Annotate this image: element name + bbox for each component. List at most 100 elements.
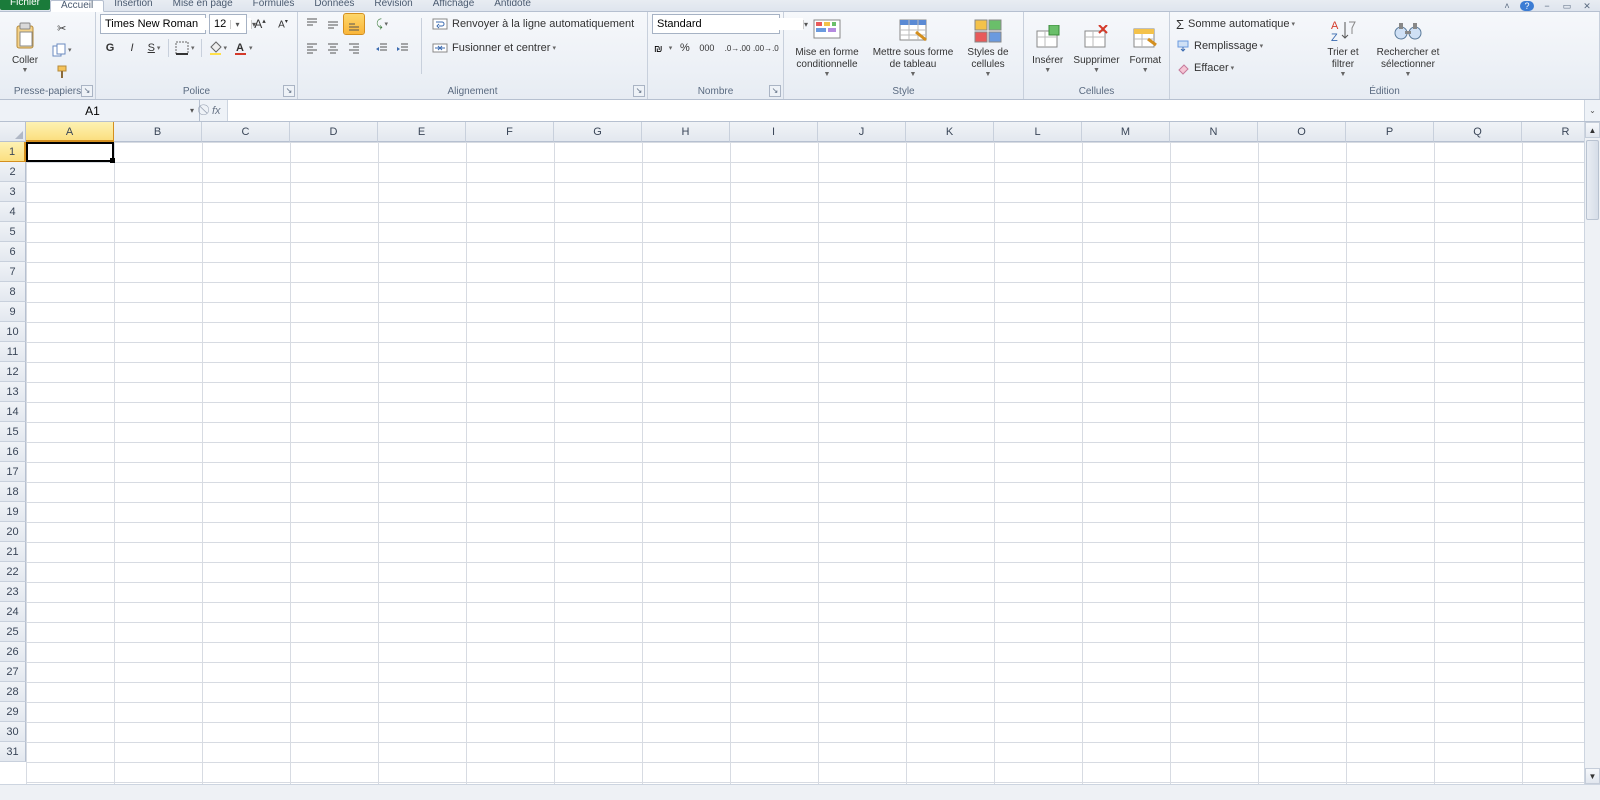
- font-color-button[interactable]: A▾: [231, 38, 255, 58]
- column-header[interactable]: O: [1258, 122, 1346, 142]
- sort-filter-button[interactable]: AZ Trier et filtrer▼: [1320, 14, 1366, 80]
- align-bottom-button[interactable]: [344, 14, 364, 34]
- scroll-up-button[interactable]: ▲: [1585, 122, 1600, 138]
- formula-input[interactable]: [227, 100, 1584, 121]
- conditional-formatting-button[interactable]: Mise en forme conditionnelle▼: [788, 14, 866, 80]
- column-header[interactable]: B: [114, 122, 202, 142]
- align-right-button[interactable]: [344, 38, 364, 58]
- column-header[interactable]: I: [730, 122, 818, 142]
- column-header[interactable]: M: [1082, 122, 1170, 142]
- percent-button[interactable]: %: [675, 38, 695, 58]
- font-size-combo[interactable]: ▾: [209, 14, 247, 34]
- bold-button[interactable]: G: [100, 38, 120, 58]
- alignment-dialog-launcher[interactable]: ↘: [633, 85, 645, 97]
- column-header[interactable]: A: [26, 122, 114, 142]
- tab-revision[interactable]: Révision: [364, 0, 422, 11]
- close-window-icon[interactable]: ✕: [1580, 1, 1594, 11]
- tab-accueil[interactable]: Accueil: [50, 0, 104, 12]
- name-box[interactable]: ▾: [0, 100, 200, 121]
- column-header[interactable]: P: [1346, 122, 1434, 142]
- font-family-combo[interactable]: ▾: [100, 14, 206, 34]
- number-format-input[interactable]: [653, 18, 803, 30]
- column-header[interactable]: J: [818, 122, 906, 142]
- row-header[interactable]: 17: [0, 462, 26, 482]
- row-header[interactable]: 15: [0, 422, 26, 442]
- borders-button[interactable]: ▾: [173, 38, 197, 58]
- column-header[interactable]: D: [290, 122, 378, 142]
- find-select-button[interactable]: Rechercher et sélectionner▼: [1372, 14, 1444, 80]
- row-header[interactable]: 12: [0, 362, 26, 382]
- fill-button[interactable]: Remplissage▾: [1174, 36, 1284, 56]
- row-header[interactable]: 8: [0, 282, 26, 302]
- number-format-combo[interactable]: ▾: [652, 14, 780, 34]
- horizontal-scrollbar[interactable]: [0, 784, 1600, 800]
- format-cells-button[interactable]: Format▼: [1126, 14, 1165, 80]
- cells-area[interactable]: [26, 142, 1584, 784]
- row-header[interactable]: 27: [0, 662, 26, 682]
- column-header[interactable]: F: [466, 122, 554, 142]
- row-header[interactable]: 10: [0, 322, 26, 342]
- name-box-input[interactable]: [0, 104, 185, 118]
- clipboard-dialog-launcher[interactable]: ↘: [81, 85, 93, 97]
- row-header[interactable]: 14: [0, 402, 26, 422]
- cell-styles-button[interactable]: Styles de cellules▼: [960, 14, 1016, 80]
- tab-donnees[interactable]: Données: [304, 0, 364, 11]
- row-header[interactable]: 31: [0, 742, 26, 762]
- cut-button[interactable]: ✂: [50, 18, 74, 38]
- row-header[interactable]: 19: [0, 502, 26, 522]
- row-header[interactable]: 5: [0, 222, 26, 242]
- row-header[interactable]: 7: [0, 262, 26, 282]
- fill-color-button[interactable]: ▾: [206, 38, 230, 58]
- tab-mise-en-page[interactable]: Mise en page: [163, 0, 243, 11]
- select-all-corner[interactable]: [0, 122, 26, 142]
- tab-file[interactable]: Fichier: [0, 0, 50, 10]
- currency-button[interactable]: ₪▾: [652, 38, 673, 58]
- row-header[interactable]: 4: [0, 202, 26, 222]
- row-header[interactable]: 20: [0, 522, 26, 542]
- scroll-down-button[interactable]: ▼: [1585, 768, 1600, 784]
- font-size-input[interactable]: [210, 18, 230, 30]
- wrap-text-button[interactable]: Renvoyer à la ligne automatiquement: [430, 14, 640, 34]
- row-header[interactable]: 22: [0, 562, 26, 582]
- chevron-down-icon[interactable]: ▾: [185, 106, 199, 115]
- column-header[interactable]: K: [906, 122, 994, 142]
- align-center-button[interactable]: [323, 38, 343, 58]
- row-header[interactable]: 21: [0, 542, 26, 562]
- increase-decimal-button[interactable]: .0→.00: [724, 38, 750, 58]
- minimize-window-icon[interactable]: −: [1540, 1, 1554, 11]
- align-middle-button[interactable]: [323, 14, 343, 34]
- row-header[interactable]: 1: [0, 142, 26, 162]
- column-header[interactable]: N: [1170, 122, 1258, 142]
- row-header[interactable]: 26: [0, 642, 26, 662]
- tab-formules[interactable]: Formules: [243, 0, 305, 11]
- clear-button[interactable]: Effacer▾: [1174, 58, 1254, 78]
- column-header[interactable]: H: [642, 122, 730, 142]
- underline-button[interactable]: S▾: [144, 38, 164, 58]
- row-header[interactable]: 3: [0, 182, 26, 202]
- number-dialog-launcher[interactable]: ↘: [769, 85, 781, 97]
- expand-formula-bar-button[interactable]: ⌄: [1584, 100, 1600, 121]
- decrease-indent-button[interactable]: [372, 38, 392, 58]
- delete-cells-button[interactable]: Supprimer▼: [1071, 14, 1121, 80]
- fx-icon[interactable]: fx: [212, 105, 227, 117]
- insert-cells-button[interactable]: Insérer▼: [1028, 14, 1067, 80]
- row-header[interactable]: 29: [0, 702, 26, 722]
- row-header[interactable]: 28: [0, 682, 26, 702]
- decrease-font-button[interactable]: A▾: [273, 14, 293, 34]
- row-header[interactable]: 2: [0, 162, 26, 182]
- minimize-ribbon-icon[interactable]: ˄: [1500, 1, 1514, 11]
- increase-font-button[interactable]: A▴: [250, 14, 270, 34]
- increase-indent-button[interactable]: [393, 38, 413, 58]
- row-header[interactable]: 9: [0, 302, 26, 322]
- paste-button[interactable]: Coller ▼: [4, 14, 46, 80]
- row-header[interactable]: 24: [0, 602, 26, 622]
- orientation-button[interactable]: ⤹▾: [372, 14, 392, 34]
- column-header[interactable]: G: [554, 122, 642, 142]
- format-painter-button[interactable]: [50, 62, 74, 82]
- format-as-table-button[interactable]: Mettre sous forme de tableau▼: [870, 14, 956, 80]
- column-header[interactable]: E: [378, 122, 466, 142]
- row-header[interactable]: 13: [0, 382, 26, 402]
- decrease-decimal-button[interactable]: .00→.0: [753, 38, 779, 58]
- chevron-down-icon[interactable]: ▾: [230, 20, 244, 29]
- row-header[interactable]: 11: [0, 342, 26, 362]
